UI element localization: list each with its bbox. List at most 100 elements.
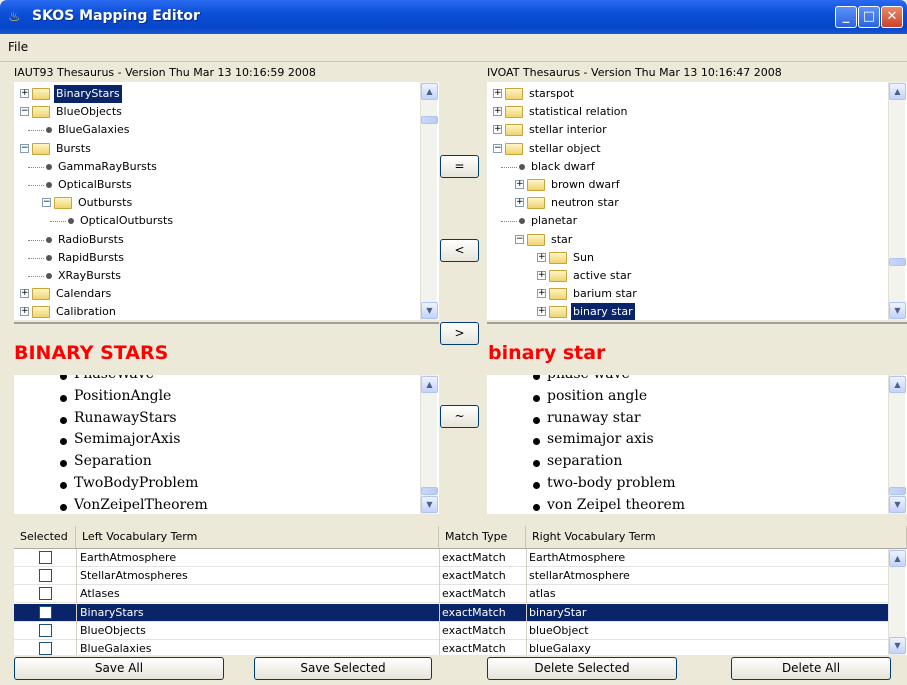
- tree-node[interactable]: + active star: [487, 267, 887, 285]
- col-selected[interactable]: Selected: [14, 526, 76, 548]
- tree-node[interactable]: − Outbursts: [14, 194, 414, 212]
- save-all-button[interactable]: Save All: [14, 657, 224, 680]
- left-thesaurus-tree[interactable]: + BinaryStars − BlueObjects BlueGalaxies − Bur…: [14, 82, 439, 320]
- close-button[interactable]: ✕: [881, 6, 903, 28]
- expand-toggle-icon[interactable]: +: [515, 198, 524, 208]
- expand-toggle-icon[interactable]: +: [537, 289, 546, 299]
- related-match-button[interactable]: ~: [440, 405, 479, 428]
- expand-toggle-icon[interactable]: +: [537, 307, 546, 317]
- expand-toggle-icon[interactable]: +: [493, 89, 502, 98]
- expand-toggle-icon[interactable]: −: [493, 143, 502, 153]
- tree-node[interactable]: + BinaryStars: [14, 85, 414, 103]
- col-right-term[interactable]: Right Vocabulary Term: [526, 526, 907, 548]
- expand-toggle-icon[interactable]: −: [20, 143, 29, 153]
- narrower-match-button[interactable]: <: [440, 239, 479, 262]
- scroll-down-icon[interactable]: ▼: [421, 302, 438, 319]
- tree-node[interactable]: + neutron star: [487, 194, 887, 212]
- tree-node[interactable]: − Bursts: [14, 140, 414, 158]
- table-row[interactable]: EarthAtmosphere exactMatch EarthAtmosphere: [14, 549, 888, 567]
- selected-checkbox[interactable]: [39, 605, 52, 619]
- delete-all-button[interactable]: Delete All: [731, 657, 891, 680]
- maximize-button[interactable]: □: [858, 6, 880, 28]
- table-row[interactable]: BinaryStars exactMatch binaryStar: [14, 603, 888, 622]
- tree-node[interactable]: OpticalOutbursts: [14, 212, 414, 230]
- selected-checkbox[interactable]: [39, 569, 52, 583]
- table-row[interactable]: Atlases exactMatch atlas: [14, 585, 888, 604]
- scroll-up-icon[interactable]: ▲: [889, 83, 906, 100]
- tree-node[interactable]: XRayBursts: [14, 267, 414, 285]
- selected-checkbox[interactable]: [39, 551, 52, 564]
- expand-toggle-icon[interactable]: +: [515, 180, 524, 189]
- scroll-down-icon[interactable]: ▼: [421, 496, 438, 513]
- right-tree-scrollbar[interactable]: ▲ ▼: [888, 82, 906, 320]
- col-left-term[interactable]: Left Vocabulary Term: [76, 526, 439, 548]
- tree-node[interactable]: + Sun: [487, 249, 887, 267]
- save-selected-button[interactable]: Save Selected: [254, 657, 432, 680]
- equal-match-button[interactable]: =: [440, 155, 479, 178]
- right-term-cell: blueObject: [529, 623, 589, 637]
- tree-node[interactable]: RapidBursts: [14, 249, 414, 267]
- tree-node[interactable]: − BlueObjects: [14, 103, 414, 121]
- delete-selected-button[interactable]: Delete Selected: [487, 657, 677, 680]
- scroll-up-icon[interactable]: ▲: [889, 376, 906, 393]
- scroll-up-icon[interactable]: ▲: [421, 83, 438, 100]
- selected-checkbox[interactable]: [39, 623, 52, 637]
- expand-toggle-icon[interactable]: +: [537, 252, 546, 262]
- expand-toggle-icon[interactable]: −: [42, 198, 51, 208]
- table-row[interactable]: BlueGalaxies exactMatch blueGalaxy: [14, 640, 888, 655]
- tree-node[interactable]: + starspot: [487, 85, 887, 103]
- tree-node[interactable]: GammaRayBursts: [14, 158, 414, 176]
- expand-toggle-icon[interactable]: −: [515, 234, 524, 244]
- expand-toggle-icon[interactable]: +: [493, 107, 502, 117]
- tree-node[interactable]: planetar: [487, 212, 887, 230]
- tree-node[interactable]: + Calendars: [14, 285, 414, 303]
- tree-node[interactable]: − stellar object: [487, 140, 887, 158]
- tree-node[interactable]: + brown dwarf: [487, 176, 887, 194]
- table-row[interactable]: BlueObjects exactMatch blueObject: [14, 621, 888, 640]
- bullet-icon: [533, 438, 540, 446]
- expand-toggle-icon[interactable]: +: [20, 307, 29, 317]
- scroll-down-icon[interactable]: ▼: [889, 637, 906, 654]
- expand-toggle-icon[interactable]: +: [537, 271, 546, 280]
- table-row[interactable]: StellarAtmospheres exactMatch stellarAtmos…: [14, 567, 888, 586]
- scroll-thumb[interactable]: [421, 487, 438, 495]
- right-related-terms-list[interactable]: phase wave position angle runaway star semi…: [487, 375, 907, 514]
- tree-node[interactable]: + statistical relation: [487, 103, 887, 121]
- scroll-down-icon[interactable]: ▼: [889, 496, 906, 513]
- col-match-type[interactable]: Match Type: [439, 526, 526, 548]
- expand-toggle-icon[interactable]: −: [20, 107, 29, 117]
- expand-toggle-icon[interactable]: +: [20, 289, 29, 299]
- scroll-up-icon[interactable]: ▲: [889, 550, 906, 567]
- expand-toggle-icon[interactable]: +: [493, 125, 502, 135]
- left-related-terms-list[interactable]: PhaseWave PositionAngle RunawayStars Semima…: [14, 375, 439, 514]
- tree-node[interactable]: − star: [487, 231, 887, 249]
- expand-toggle-icon[interactable]: +: [20, 89, 29, 98]
- scroll-up-icon[interactable]: ▲: [421, 376, 438, 393]
- tree-node[interactable]: RadioBursts: [14, 231, 414, 249]
- minimize-button[interactable]: _: [835, 6, 857, 28]
- tree-node[interactable]: + Calibration: [14, 303, 414, 320]
- tree-node[interactable]: + stellar interior: [487, 121, 887, 139]
- broader-match-button[interactable]: >: [440, 322, 479, 345]
- mapping-table-body[interactable]: EarthAtmosphere exactMatch EarthAtmosphere…: [14, 549, 907, 655]
- tree-node[interactable]: + barium star: [487, 285, 887, 303]
- scroll-thumb[interactable]: [889, 487, 906, 495]
- tree-node[interactable]: black dwarf: [487, 158, 887, 176]
- scroll-thumb[interactable]: [889, 258, 906, 266]
- scroll-thumb[interactable]: [421, 116, 438, 124]
- tree-node[interactable]: BlueGalaxies: [14, 121, 414, 139]
- left-detail-scrollbar[interactable]: ▲ ▼: [420, 375, 438, 514]
- right-detail-scrollbar[interactable]: ▲ ▼: [888, 375, 906, 514]
- title-bar[interactable]: ♨ SKOS Mapping Editor _ □ ✕: [0, 0, 907, 34]
- left-tree-scrollbar[interactable]: ▲ ▼: [420, 82, 438, 320]
- selected-checkbox[interactable]: [39, 642, 52, 655]
- selected-checkbox[interactable]: [39, 587, 52, 601]
- tree-node[interactable]: + binary star: [487, 303, 887, 320]
- table-scrollbar[interactable]: ▲ ▼: [888, 549, 906, 655]
- menu-file[interactable]: File: [8, 40, 28, 54]
- folder-icon: [54, 197, 72, 210]
- folder-icon: [32, 88, 50, 100]
- tree-node[interactable]: OpticalBursts: [14, 176, 414, 194]
- right-thesaurus-tree[interactable]: + starspot + statistical relation + stellar i…: [487, 82, 907, 320]
- scroll-down-icon[interactable]: ▼: [889, 302, 906, 319]
